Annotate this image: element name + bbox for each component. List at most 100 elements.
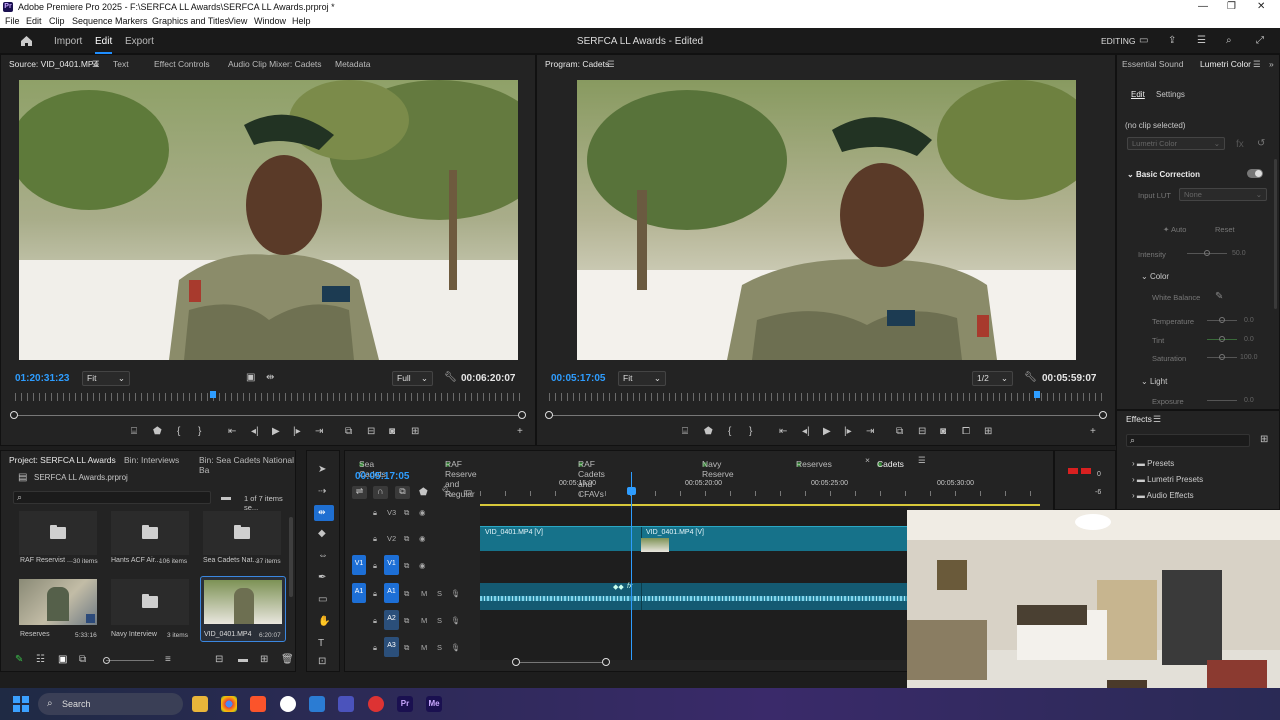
track-target-a1[interactable]: A1	[384, 583, 399, 603]
timeline-playhead-line[interactable]	[631, 472, 632, 660]
wrench-icon[interactable]: 🔧︎	[444, 373, 457, 383]
rectangle-tool-icon[interactable]: ▭	[318, 595, 327, 605]
timeline-zoom-bar[interactable]	[516, 662, 606, 663]
project-scrollbar[interactable]	[289, 517, 293, 597]
tab-audio-mixer[interactable]: Audio Clip Mixer: Cadets	[228, 59, 322, 69]
solo-button[interactable]: S	[437, 616, 442, 625]
track-target-a2[interactable]: A2	[384, 610, 399, 630]
home-icon[interactable]	[20, 35, 33, 47]
audio-clip-a1[interactable]: ◆◆ fx	[480, 583, 908, 610]
bin-thumbnail[interactable]	[111, 579, 189, 625]
keyframe-icon[interactable]: ◆◆	[613, 583, 624, 591]
source-video-frame[interactable]	[19, 80, 518, 360]
lift-icon[interactable]: ⧉	[896, 427, 903, 437]
menu-view[interactable]: View	[228, 16, 247, 26]
source-fit-dropdown[interactable]: Fit ⌄	[82, 371, 130, 386]
tab-import[interactable]: Import	[54, 36, 82, 47]
eye-icon[interactable]: ◉	[419, 561, 426, 570]
lock-icon[interactable]: 🔒︎	[373, 534, 377, 544]
go-to-out-icon[interactable]: ⇥	[866, 427, 874, 437]
lumetri-menu-icon[interactable]: ☰	[1253, 59, 1261, 70]
menu-clip[interactable]: Clip	[49, 16, 65, 26]
timeline-zoom-end-handle[interactable]	[602, 658, 610, 666]
eyedropper-icon[interactable]: ✎	[1215, 292, 1223, 302]
source-timecode[interactable]: 01:20:31:23	[15, 373, 69, 384]
lumetri-tab-edit[interactable]: Edit	[1131, 90, 1145, 99]
tab-lumetri-color[interactable]: Lumetri Color	[1200, 59, 1251, 69]
saturation-value[interactable]: 100.0	[1240, 354, 1258, 361]
premiere-taskbar-icon[interactable]: Pr	[397, 696, 413, 712]
insert-marker-icon[interactable]: ⌸	[682, 427, 688, 437]
sync-lock-icon[interactable]: ⧉	[404, 643, 409, 653]
lock-icon[interactable]: 🔒︎	[373, 616, 377, 626]
bin-thumbnail[interactable]	[111, 511, 189, 555]
lumetri-effect-select[interactable]: Lumetri Color ⌄	[1127, 137, 1225, 150]
effects-item-presets[interactable]: › ▬ Presets	[1132, 459, 1174, 468]
tab-program[interactable]: Program: Cadets	[545, 59, 609, 69]
project-search-input[interactable]: ⌕	[13, 491, 211, 504]
saturation-knob[interactable]	[1219, 354, 1225, 360]
microphone-icon[interactable]: 🎙︎	[451, 616, 461, 625]
effects-item-lumetri-presets[interactable]: › ▬ Lumetri Presets	[1132, 475, 1203, 484]
add-marker-icon[interactable]: ⬟	[419, 488, 428, 498]
workspace-label[interactable]: EDITING	[1101, 36, 1135, 46]
pen-tool-icon[interactable]: ✒	[318, 573, 326, 583]
tab-edit[interactable]: Edit	[95, 36, 113, 54]
new-bin-icon[interactable]: ▬	[221, 493, 231, 503]
program-zoom-start-handle[interactable]	[545, 411, 553, 419]
close-tab-icon[interactable]: ×	[865, 455, 870, 465]
ripple-edit-tool[interactable]: ⇹	[314, 505, 334, 521]
go-to-out-icon[interactable]: ⇥	[315, 427, 323, 437]
marker-icon[interactable]: ⬟	[704, 427, 713, 437]
razor-tool-icon[interactable]: ◆	[318, 529, 326, 539]
play-icon[interactable]: ▶	[823, 427, 831, 437]
trash-icon[interactable]: 🗑︎	[281, 655, 294, 665]
step-back-icon[interactable]: ◂|	[251, 427, 259, 437]
program-playhead[interactable]	[1034, 391, 1041, 398]
solo-button[interactable]: S	[437, 643, 442, 652]
brave-icon[interactable]	[250, 696, 266, 712]
go-to-in-icon[interactable]: ⇤	[779, 427, 787, 437]
timeline-settings-icon[interactable]: 🔧︎	[441, 488, 454, 498]
linked-selection-icon[interactable]: ⧉	[395, 486, 410, 499]
reset-button[interactable]: Reset	[1215, 225, 1235, 234]
source-quality-dropdown[interactable]: Full ⌄	[392, 371, 433, 386]
lock-icon[interactable]: 🔒︎	[373, 643, 377, 653]
tab-export[interactable]: Export	[125, 36, 154, 47]
timeline-menu-icon[interactable]: ☰	[918, 455, 926, 466]
light-section-header[interactable]: ⌄ Light	[1141, 377, 1167, 386]
button-editor-icon[interactable]: ⊞	[984, 427, 992, 437]
timeline-timecode[interactable]: 00:05:17:05	[355, 471, 409, 482]
menu-file[interactable]: File	[5, 16, 20, 26]
reset-effect-icon[interactable]: ↺	[1257, 139, 1265, 149]
menu-window[interactable]: Window	[254, 16, 286, 26]
mute-button[interactable]: M	[421, 616, 427, 625]
sync-lock-icon[interactable]: ⧉	[404, 616, 409, 626]
source-time-ruler[interactable]	[15, 393, 523, 401]
work-area-bar[interactable]	[480, 504, 1040, 506]
selection-tool-icon[interactable]: ➤	[318, 465, 326, 475]
input-lut-select[interactable]: None ⌄	[1179, 188, 1267, 201]
tint-knob[interactable]	[1219, 336, 1225, 342]
tab-text[interactable]: Text	[113, 59, 129, 69]
bin-thumbnail[interactable]	[203, 511, 281, 555]
temperature-knob[interactable]	[1219, 317, 1225, 323]
fullscreen-icon[interactable]: ⤢	[1256, 36, 1264, 46]
automate-sequence-icon[interactable]: ⊟	[215, 655, 223, 665]
auto-button[interactable]: ✦ Auto	[1163, 225, 1186, 234]
thumbnail-size-knob[interactable]	[103, 657, 110, 664]
timeline-ruler[interactable]: 00:05:15:00 00:05:20:00 00:05:25:00 00:0…	[480, 474, 1040, 508]
lock-icon[interactable]: 🔒︎	[373, 589, 377, 599]
program-menu-icon[interactable]: ☰	[607, 59, 615, 70]
freeform-view-icon[interactable]: ⧉	[79, 655, 86, 665]
mark-in-icon[interactable]: {	[728, 427, 731, 437]
thumbnail-size-slider[interactable]	[106, 660, 154, 661]
menu-edit[interactable]: Edit	[26, 16, 42, 26]
sync-lock-icon[interactable]: ⧉	[404, 534, 409, 544]
source-playhead[interactable]	[210, 391, 217, 398]
share-icon[interactable]: ⇪	[1168, 36, 1176, 46]
sort-icon[interactable]: ≡	[165, 655, 171, 665]
play-icon[interactable]: ▶	[272, 427, 280, 437]
hand-tool-icon[interactable]: ✋	[318, 617, 330, 627]
chrome-icon[interactable]	[221, 696, 237, 712]
